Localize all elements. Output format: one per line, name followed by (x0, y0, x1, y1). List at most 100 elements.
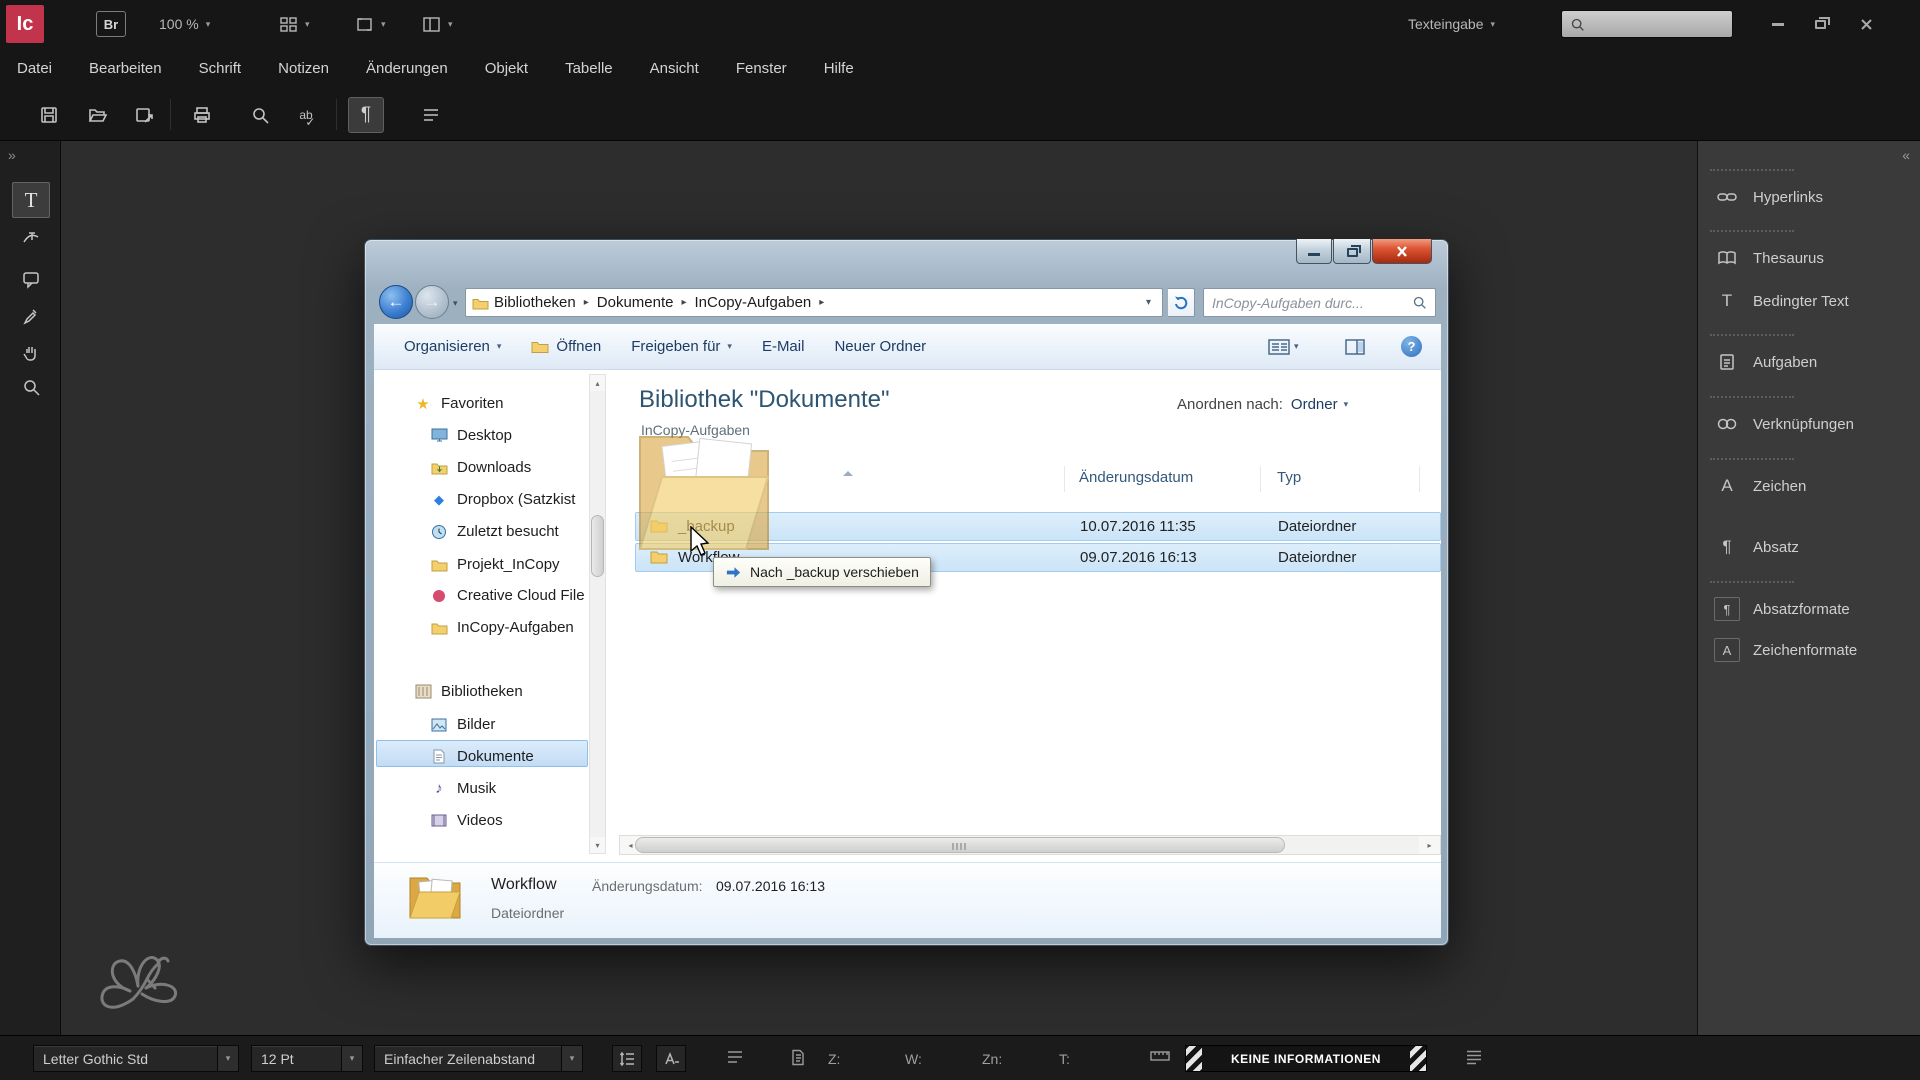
sidebar-item-bilder[interactable]: Bilder (430, 711, 495, 738)
arrange-by-control[interactable]: Anordnen nach: Ordner ▾ (1177, 396, 1348, 413)
preview-pane-button[interactable] (1345, 338, 1365, 356)
menu-item-fenster[interactable]: Fenster (736, 60, 787, 77)
menu-item-tabelle[interactable]: Tabelle (565, 60, 613, 77)
collapse-panels-icon[interactable]: « (1902, 147, 1910, 163)
line-spacing-button[interactable] (612, 1045, 642, 1072)
menu-item-objekt[interactable]: Objekt (485, 60, 528, 77)
sidebar-item-zuletzt-besucht[interactable]: Zuletzt besucht (430, 518, 559, 545)
text-lines-icon[interactable] (1465, 1049, 1483, 1065)
app-search-box[interactable] (1561, 10, 1733, 38)
chevron-right-icon[interactable]: ▸ (678, 297, 689, 308)
expand-tools-icon[interactable]: » (8, 147, 16, 163)
panel-gripper[interactable] (1710, 458, 1794, 460)
hand-tool[interactable] (12, 334, 50, 370)
menu-item-aenderungen[interactable]: Änderungen (366, 60, 448, 77)
open-button[interactable]: Öffnen (531, 338, 601, 355)
scroll-up-button[interactable]: ▴ (590, 375, 605, 391)
app-search-input[interactable] (1591, 16, 1724, 32)
menu-item-schrift[interactable]: Schrift (199, 60, 242, 77)
sidebar-item-videos[interactable]: Videos (430, 807, 503, 834)
workspace-switcher[interactable]: Texteingabe ▾ (1408, 0, 1495, 48)
email-button[interactable]: E-Mail (762, 338, 805, 355)
sidebar-item-dropbox[interactable]: ◆ Dropbox (Satzkist (430, 486, 575, 513)
arrange-by-dropdown[interactable]: Ordner ▾ (1291, 396, 1348, 413)
menu-item-hilfe[interactable]: Hilfe (824, 60, 854, 77)
sort-ascending-icon[interactable] (843, 471, 853, 476)
app-restore-button[interactable] (1806, 12, 1834, 36)
sidebar-item-downloads[interactable]: Downloads (430, 454, 531, 481)
open-button[interactable] (80, 97, 116, 133)
breadcrumb-item-incopy-aufgaben[interactable]: InCopy-Aufgaben (690, 294, 817, 311)
screen-mode-dropdown[interactable]: ▾ (355, 0, 386, 48)
panel-verknuepfungen[interactable]: Verknüpfungen (1698, 407, 1920, 441)
eyedropper-tool[interactable] (12, 297, 50, 333)
zoom-level-dropdown[interactable]: 100 % ▾ (159, 0, 210, 48)
export-button[interactable] (126, 97, 162, 133)
sidebar-section-bibliotheken[interactable]: Bibliotheken (414, 678, 523, 705)
menu-item-ansicht[interactable]: Ansicht (650, 60, 699, 77)
zoom-tool[interactable] (12, 369, 50, 405)
share-menu[interactable]: Freigeben für ▾ (631, 338, 732, 355)
font-family-dropdown[interactable]: Letter Gothic Std ▾ (33, 1045, 239, 1072)
address-bar[interactable]: Bibliotheken ▸ Dokumente ▸ InCopy-Aufgab… (465, 288, 1163, 317)
story-editor-button[interactable] (413, 97, 449, 133)
help-button[interactable]: ? (1401, 336, 1422, 357)
refresh-button[interactable] (1168, 288, 1195, 317)
app-close-button[interactable] (1852, 12, 1880, 36)
sidebar-item-projekt-incopy[interactable]: Projekt_InCopy (430, 551, 560, 578)
horizontal-scrollbar[interactable]: ◂ ▸ (619, 835, 1441, 855)
panel-absatzformate[interactable]: ¶ Absatzformate (1698, 592, 1920, 626)
sidebar-item-desktop[interactable]: Desktop (430, 422, 512, 449)
font-size-dropdown[interactable]: 12 Pt ▾ (251, 1045, 363, 1072)
panel-gripper[interactable] (1710, 230, 1794, 232)
breadcrumb-item-bibliotheken[interactable]: Bibliotheken (489, 294, 581, 311)
forward-button[interactable]: → (415, 285, 449, 319)
menu-item-bearbeiten[interactable]: Bearbeiten (89, 60, 162, 77)
panel-gripper[interactable] (1710, 581, 1794, 583)
scroll-down-button[interactable]: ▾ (590, 837, 605, 853)
explorer-search-input[interactable] (1212, 294, 1406, 311)
column-header-typ[interactable]: Typ (1277, 469, 1301, 486)
window-minimize-button[interactable] (1296, 239, 1332, 264)
bridge-button[interactable]: Br (96, 11, 126, 37)
panel-bedingter-text[interactable]: T Bedingter Text (1698, 284, 1920, 318)
panel-gripper[interactable] (1710, 169, 1794, 171)
scrollbar-thumb[interactable] (591, 515, 604, 577)
sidebar-item-incopy-aufgaben[interactable]: InCopy-Aufgaben (430, 614, 574, 641)
sidebar-item-dokumente[interactable]: Dokumente (430, 743, 534, 770)
type-on-path-tool[interactable] (12, 219, 50, 255)
window-maximize-button[interactable] (1333, 239, 1371, 264)
panel-absatz[interactable]: ¶ Absatz (1698, 530, 1920, 564)
column-separator[interactable] (1419, 466, 1420, 492)
show-hidden-characters-button[interactable]: ¶ (348, 97, 384, 133)
panel-thesaurus[interactable]: Thesaurus (1698, 241, 1920, 275)
sidebar-section-favorites[interactable]: ★ Favoriten (414, 390, 503, 417)
scrollbar-thumb[interactable] (635, 837, 1285, 853)
sidebar-scrollbar[interactable]: ▴ ▾ (589, 374, 606, 854)
column-header-aenderungsdatum[interactable]: Änderungsdatum (1079, 469, 1193, 486)
column-separator[interactable] (1260, 466, 1261, 492)
panel-zeichenformate[interactable]: A Zeichenformate (1698, 633, 1920, 667)
arrange-documents-dropdown[interactable]: ▾ (422, 0, 453, 48)
sidebar-item-musik[interactable]: ♪ Musik (430, 775, 496, 802)
panel-hyperlinks[interactable]: Hyperlinks (1698, 180, 1920, 214)
organize-menu[interactable]: Organisieren ▾ (404, 338, 501, 355)
menu-item-datei[interactable]: Datei (17, 60, 52, 77)
panel-aufgaben[interactable]: Aufgaben (1698, 345, 1920, 379)
breadcrumb-item-dokumente[interactable]: Dokumente (592, 294, 679, 311)
sidebar-item-creative-cloud[interactable]: Creative Cloud File (430, 582, 585, 609)
character-format-button[interactable] (656, 1045, 686, 1072)
change-view-button[interactable]: ▾ (1268, 338, 1299, 356)
leading-dropdown[interactable]: Einfacher Zeilenabstand ▾ (374, 1045, 583, 1072)
panel-gripper[interactable] (1710, 396, 1794, 398)
window-close-button[interactable] (1372, 239, 1432, 264)
print-button[interactable] (184, 97, 220, 133)
chevron-right-icon[interactable]: ▸ (581, 297, 592, 308)
story-lines-icon[interactable] (726, 1049, 744, 1065)
back-button[interactable]: ← (379, 285, 413, 319)
history-dropdown-icon[interactable]: ▾ (453, 298, 458, 309)
panel-zeichen[interactable]: A Zeichen (1698, 469, 1920, 503)
explorer-search-box[interactable] (1203, 288, 1436, 317)
note-tool[interactable] (12, 261, 50, 297)
panel-gripper[interactable] (1710, 334, 1794, 336)
